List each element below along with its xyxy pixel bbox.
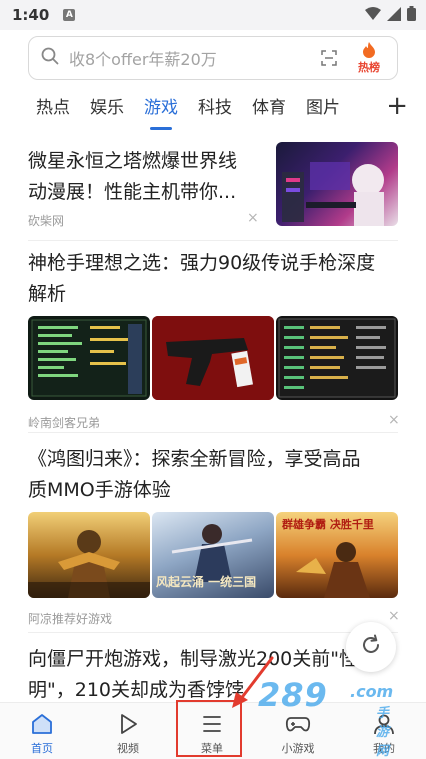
divider [28,240,398,241]
article-title-line: 微星永恒之塔燃爆世界线 [28,150,238,172]
scan-icon[interactable] [321,50,337,66]
battery-icon [407,5,416,25]
nav-home[interactable]: 首页 [12,703,72,759]
article-title-line: 质MMO手游体验 [28,479,171,501]
article-thumbnail[interactable] [276,142,398,226]
article-card[interactable]: 微星永恒之塔燃爆世界线 动漫展！性能主机带你... 砍柴网 × [0,130,426,238]
tab-tech[interactable]: 科技 [188,92,242,124]
nav-mini-games-label: 小游戏 [281,742,315,755]
status-icons [365,5,416,25]
article-image[interactable] [276,316,398,400]
tab-pictures[interactable]: 图片 [296,92,350,124]
tab-entertainment[interactable]: 娱乐 [80,92,134,124]
dismiss-button[interactable]: × [247,210,259,226]
article-title-line: 《鸿图归来》：探索全新冒险，享受高品 [28,448,361,470]
article-card[interactable]: 《鸿图归来》：探索全新冒险，享受高品 质MMO手游体验 风起云涌 一统三国 群雄… [0,434,426,626]
nav-video[interactable]: 视频 [98,703,158,759]
refresh-button[interactable] [346,622,396,672]
article-source: 砍柴网 [28,214,65,228]
annotation-arrow [232,656,274,708]
home-icon [30,711,54,737]
article-card[interactable]: 神枪手理想之选：强力90级传说手枪深度 解析 岭南剑客兄弟 × [0,242,426,432]
news-feed[interactable]: 微星永恒之塔燃爆世界线 动漫展！性能主机带你... 砍柴网 × 神枪手理想之选：… [0,130,426,702]
article-source: 岭南剑客兄弟 [28,416,101,430]
dismiss-button[interactable]: × [388,412,400,428]
divider [28,432,398,433]
tab-hot[interactable]: 热点 [26,92,80,124]
wifi-icon [365,6,381,25]
article-image[interactable]: 群雄争霸 决胜千里 [276,512,398,598]
article-image[interactable] [28,316,150,400]
signal-icon [387,6,401,25]
hot-list-button[interactable]: 热榜 [351,42,387,74]
nav-home-label: 首页 [31,742,53,755]
hot-list-label: 热榜 [358,61,380,74]
article-title-line: 神枪手理想之选：强力90级传说手枪深度 [28,252,376,274]
gamepad-icon [285,711,311,737]
game-art-caption: 群雄争霸 决胜千里 [281,517,374,531]
add-tab-button[interactable]: + [386,93,408,119]
game-art-caption: 风起云涌 一统三国 [156,574,256,589]
search-icon [41,47,59,69]
tab-sports[interactable]: 体育 [242,92,296,124]
tab-games[interactable]: 游戏 [134,92,188,130]
article-title-line: 动漫展！性能主机带你... [28,181,237,203]
nav-video-label: 视频 [117,742,139,755]
article-image[interactable] [152,316,274,400]
article-source: 阿凉推荐好游戏 [28,612,113,626]
flame-icon [362,42,376,62]
article-title[interactable]: 神枪手理想之选：强力90级传说手枪深度 解析 [28,248,408,310]
article-image[interactable] [28,512,150,598]
search-bar[interactable]: 收8个offer年薪20万 热榜 [28,36,398,80]
dismiss-button[interactable]: × [388,608,400,624]
watermark-domain: .com [350,682,394,701]
article-title[interactable]: 《鸿图归来》：探索全新冒险，享受高品 质MMO手游体验 [28,444,408,506]
tab-fade [346,92,376,124]
article-title-line: 解析 [28,283,67,305]
search-input[interactable]: 收8个offer年薪20万 [69,46,321,70]
status-bar: 1:40 A [0,0,426,30]
notification-badge: A [63,9,76,21]
play-icon [116,711,140,737]
article-image[interactable]: 风起云涌 一统三国 [152,512,274,598]
status-time: 1:40 [12,6,50,24]
refresh-icon [360,634,382,660]
divider [28,632,398,633]
watermark-subtitle: 手游网 [376,706,392,759]
article-title[interactable]: 微星永恒之塔燃爆世界线 动漫展！性能主机带你... [28,146,260,208]
